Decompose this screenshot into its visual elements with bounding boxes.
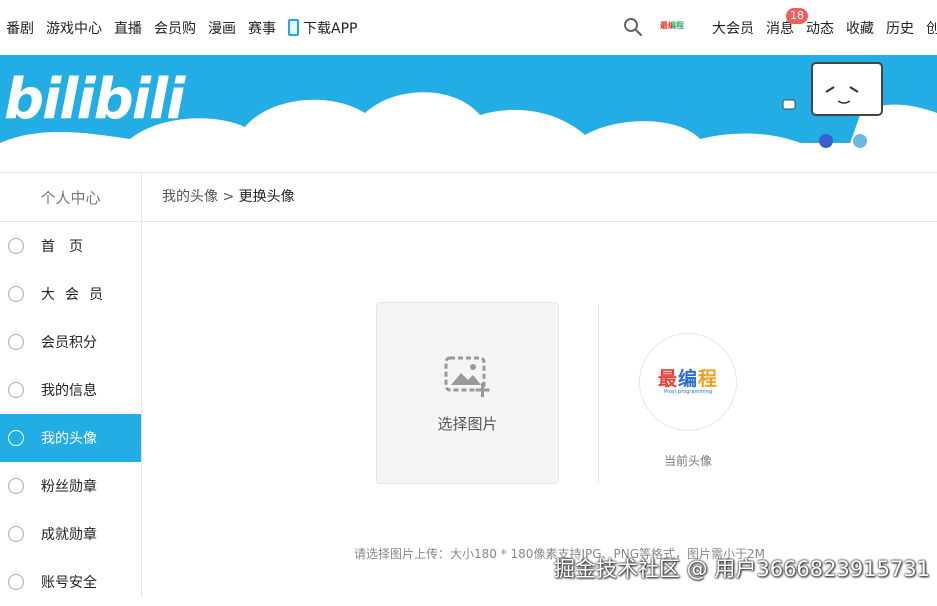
sidebar-item-label: 账号安全: [41, 575, 97, 591]
download-app-link[interactable]: 下载APP: [288, 18, 357, 38]
avatar-icon: [8, 430, 24, 446]
add-image-icon: [444, 356, 490, 397]
sidebar-item-user-info[interactable]: 我的信息: [0, 366, 141, 414]
nav-item-bangumi[interactable]: 番剧: [6, 18, 34, 38]
breadcrumb: 我的头像 > 更换头像: [142, 172, 937, 222]
bilibili-logo[interactable]: bilibili: [4, 67, 185, 132]
nav-item-game-center[interactable]: 游戏中心: [46, 18, 102, 38]
sidebar-item-label: 成就勋章: [41, 527, 97, 543]
achievement-icon: [8, 526, 24, 542]
nav-item-live[interactable]: 直播: [114, 18, 142, 38]
header-banner: bilibili: [0, 55, 937, 172]
sidebar-item-achievement[interactable]: 成就勋章: [0, 510, 141, 558]
choose-image-button[interactable]: 选择图片: [376, 302, 559, 484]
sidebar-item-avatar[interactable]: 我的头像: [0, 414, 141, 462]
sidebar-item-label: 大会员: [41, 287, 113, 303]
sidebar-item-label: 会员积分: [41, 335, 97, 351]
phone-icon: [288, 19, 299, 36]
sidebar-item-label: 粉丝勋章: [41, 479, 97, 495]
home-icon: [8, 238, 24, 254]
sidebar-item-points[interactable]: 会员积分: [0, 318, 141, 366]
security-icon: [8, 574, 24, 590]
nav-item-manga[interactable]: 漫画: [208, 18, 236, 38]
breadcrumb-current: 更换头像: [238, 189, 295, 205]
sidebar-title: 个人中心: [0, 172, 141, 222]
search-icon[interactable]: [623, 17, 643, 37]
sidebar-item-label: 我的信息: [41, 383, 97, 399]
avatar-text-a: 最: [657, 368, 678, 390]
sidebar: 个人中心 首 页 大会员 会员积分 我的信息 我的头像 粉丝勋章 成就勋章 账号…: [0, 172, 142, 597]
sidebar-item-label: 首 页: [41, 239, 83, 255]
top-navigation: 番剧 游戏中心 直播 会员购 漫画 赛事 下载APP 最编程 大会员 消息 18…: [0, 0, 937, 55]
avatar-subtext: Prost programming: [663, 389, 713, 395]
top-nav-left: 番剧 游戏中心 直播 会员购 漫画 赛事 下载APP: [6, 0, 357, 55]
vertical-divider: [598, 304, 599, 484]
avatar-text-b: 编: [677, 368, 698, 390]
nav-item-vip[interactable]: 大会员: [712, 18, 754, 38]
nav-item-messages[interactable]: 消息 18: [766, 7, 808, 38]
watermark: 掘金技术社区 @ 用户3666823915731: [554, 557, 931, 581]
current-avatar-caption: 当前头像: [663, 454, 712, 468]
user-avatar-mini[interactable]: 最编程: [659, 19, 685, 33]
nav-item-history[interactable]: 历史: [886, 18, 914, 38]
sidebar-item-vip[interactable]: 大会员: [0, 270, 141, 318]
points-icon: [8, 334, 24, 350]
sidebar-item-label: 我的头像: [41, 431, 97, 447]
current-avatar-image: 最编程 Prost programming: [639, 333, 737, 431]
nav-item-mall[interactable]: 会员购: [154, 18, 196, 38]
fan-medal-icon: [8, 478, 24, 494]
avatar-text-c: 程: [698, 368, 719, 390]
nav-item-favorites[interactable]: 收藏: [846, 18, 874, 38]
avatar-logo-text: 最编程: [640, 364, 736, 391]
nav-item-esports[interactable]: 赛事: [248, 18, 276, 38]
vip-icon: [8, 286, 24, 302]
user-info-icon: [8, 382, 24, 398]
nav-item-dynamics[interactable]: 动态: [806, 18, 834, 38]
sidebar-item-home[interactable]: 首 页: [0, 222, 141, 270]
breadcrumb-parent[interactable]: 我的头像: [162, 189, 218, 205]
breadcrumb-separator: >: [222, 189, 235, 205]
sidebar-item-security[interactable]: 账号安全: [0, 558, 141, 606]
choose-image-label: 选择图片: [437, 415, 498, 433]
messages-badge: 18: [786, 7, 808, 24]
download-app-label: 下载APP: [303, 20, 358, 37]
nav-item-create[interactable]: 创: [926, 18, 937, 38]
top-nav-right: 大会员 消息 18 动态 收藏 历史 创: [712, 0, 937, 55]
sidebar-item-fan-medal[interactable]: 粉丝勋章: [0, 462, 141, 510]
